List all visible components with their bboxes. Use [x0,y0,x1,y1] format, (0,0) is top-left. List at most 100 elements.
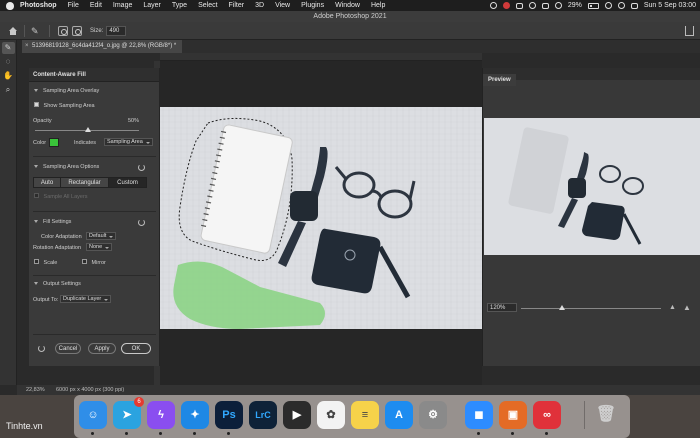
menu-3d[interactable]: 3D [255,2,264,9]
mirror-row[interactable]: Mirror [82,259,122,266]
brush-preset-icon[interactable]: ✎ [31,26,43,36]
preview-zoom-slider-track[interactable] [521,308,661,309]
hand-icon[interactable]: ✋ [2,70,15,82]
zoom-out-icon[interactable]: ▲ [669,304,676,311]
volume-icon[interactable] [554,2,562,9]
running-indicator [91,432,94,435]
indicates-dropdown-value[interactable]: Sampling Area [104,138,153,146]
apply-button[interactable]: Apply [88,343,116,354]
color-adaptation-value[interactable]: Default [86,232,117,240]
menu-photoshop[interactable]: Photoshop [20,2,57,9]
menu-help[interactable]: Help [371,2,385,9]
ok-button[interactable]: OK [121,343,151,354]
menu-type[interactable]: Type [172,2,187,9]
zoom-dock-icon[interactable]: ◼ [465,401,493,429]
document-canvas[interactable] [160,107,482,329]
menu-filter[interactable]: Filter [229,2,245,9]
time-machine-icon[interactable] [528,2,536,9]
trash-dock-icon[interactable]: 🗑 [592,401,620,429]
sampling-overlay-section-header[interactable]: Sampling Area Overlay [29,88,160,94]
preview-zoom-input[interactable]: 120% [487,303,517,312]
window-title-bar: Adobe Photoshop 2021 [0,11,700,22]
document-tab[interactable]: × 51396819128_6c4da412f4_o.jpg @ 22,8% (… [22,40,182,53]
bluetooth-icon[interactable] [541,2,549,9]
rotation-adaptation-value[interactable]: None [86,243,113,251]
photos-dock-icon[interactable]: ✿ [317,401,345,429]
apple-icon[interactable] [6,1,14,10]
record-status-icon[interactable] [502,2,510,9]
color-adaptation-dropdown[interactable]: Default [86,232,117,240]
photoshop-dock-icon[interactable]: Ps [215,401,243,429]
menu-plugins[interactable]: Plugins [301,2,324,9]
creative-cloud-status-icon[interactable] [489,2,497,9]
output-to-value[interactable]: Duplicate Layer [60,295,112,303]
notes-dock-icon[interactable]: ≡ [351,401,379,429]
status-document-info[interactable]: 6000 px x 4000 px (300 ppi) [56,385,124,395]
options-divider [24,24,25,37]
mirror-checkbox[interactable] [82,259,87,265]
system-preferences-dock-icon[interactable]: ⚙ [419,401,447,429]
menu-edit[interactable]: Edit [90,2,102,9]
menu-clock[interactable]: Sun 5 Sep 03:00 [644,2,696,9]
preview-image[interactable] [484,118,700,255]
brush-icon[interactable]: ✎ [1,42,15,54]
scale-checkbox[interactable] [34,259,39,265]
reset-fill-settings-icon[interactable] [138,219,145,226]
rotation-adaptation-dropdown[interactable]: None [86,243,113,251]
sample-all-layers-checkbox [34,193,39,199]
running-indicator [477,432,480,435]
reset-all-icon[interactable] [38,345,45,352]
battery-icon[interactable] [587,2,599,9]
show-sampling-area-checkbox[interactable] [34,102,39,108]
indicates-dropdown[interactable]: Sampling Area [104,138,153,146]
creative-cloud-dock-icon[interactable]: ∞ [533,401,561,429]
options-divider [49,24,50,37]
battery-percent: 29% [567,2,582,9]
zoom-icon[interactable]: ⌕ [2,84,15,96]
menu-window[interactable]: Window [335,2,360,9]
cancel-button[interactable]: Cancel [55,343,81,354]
keyboard-status-icon[interactable] [515,2,523,9]
presenter-dock-icon[interactable]: ▣ [499,401,527,429]
lightroom-classic-dock-icon[interactable]: LrC [249,401,277,429]
mode-rectangular-button[interactable]: Rectangular [60,177,109,188]
close-tab-icon[interactable]: × [25,40,29,53]
messenger-dock-icon[interactable]: ϟ [147,401,175,429]
brush-add-icon[interactable] [72,25,82,36]
menu-image[interactable]: Image [113,2,132,9]
menu-file[interactable]: File [68,2,79,9]
output-settings-section-header[interactable]: Output Settings [29,281,160,287]
opacity-slider-thumb[interactable] [85,127,91,132]
opacity-value[interactable]: 50% [123,118,139,124]
home-icon[interactable] [8,26,18,36]
zoom-in-icon[interactable]: ▲ [683,303,691,312]
mode-auto-button[interactable]: Auto [33,177,61,188]
mode-custom-button[interactable]: Custom [108,177,147,188]
lasso-icon[interactable]: ◌ [2,56,15,68]
status-zoom[interactable]: 22,83% [26,385,45,395]
size-input[interactable]: 490 [106,25,127,36]
show-sampling-area-row[interactable]: Show Sampling Area [34,102,165,109]
share-icon[interactable] [685,26,694,36]
output-to-dropdown[interactable]: Duplicate Layer [60,295,112,303]
reset-sampling-icon[interactable] [138,164,145,171]
safari-dock-icon[interactable]: ✦ [181,401,209,429]
final-cut-pro-dock-icon[interactable]: ▶ [283,401,311,429]
menu-view[interactable]: View [275,2,290,9]
wifi-icon[interactable] [604,2,612,9]
overlay-color-swatch[interactable] [49,138,59,147]
menu-select[interactable]: Select [198,2,217,9]
sampling-overlay-title[interactable]: Sampling Area Overlay [29,88,160,94]
control-center-icon[interactable] [630,2,638,9]
menu-layer[interactable]: Layer [143,2,161,9]
sampling-mode-segmented: Auto Rectangular Custom [29,177,160,188]
output-to-label: Output To: [33,297,59,303]
brush-subtract-icon[interactable] [58,25,68,36]
preview-tab[interactable]: Preview [483,74,516,86]
finder-dock-icon[interactable]: ☺ [79,401,107,429]
preview-zoom-slider-thumb[interactable] [559,305,565,310]
spotlight-search-icon[interactable] [617,2,625,9]
output-settings-title[interactable]: Output Settings [29,281,160,287]
scale-row[interactable]: Scale [34,259,74,266]
app-store-dock-icon[interactable]: A [385,401,413,429]
